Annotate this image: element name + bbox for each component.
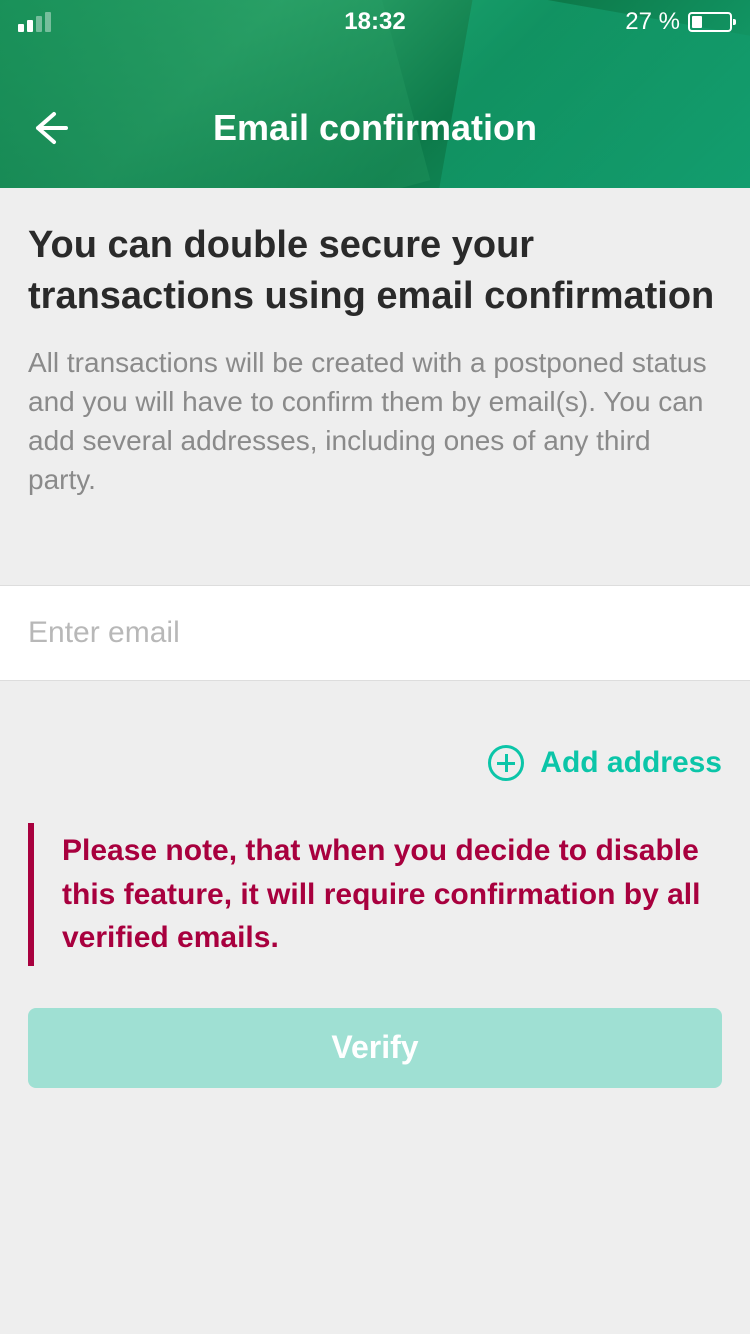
email-input[interactable] xyxy=(0,586,750,680)
content-area: You can double secure your transactions … xyxy=(0,188,750,499)
warning-text: Please note, that when you decide to dis… xyxy=(62,829,722,960)
email-input-wrapper xyxy=(0,585,750,681)
verify-button[interactable]: Verify xyxy=(28,1008,722,1088)
status-bar: 18:32 27 % xyxy=(0,0,750,44)
battery-icon xyxy=(688,12,732,32)
arrow-left-icon xyxy=(28,108,68,148)
page-title: Email confirmation xyxy=(213,107,537,149)
add-address-button[interactable]: Add address xyxy=(0,745,750,781)
status-time: 18:32 xyxy=(344,8,405,36)
plus-circle-icon xyxy=(488,745,524,781)
content-heading: You can double secure your transactions … xyxy=(28,220,722,323)
warning-box: Please note, that when you decide to dis… xyxy=(28,823,722,966)
signal-strength-icon xyxy=(18,12,51,32)
back-button[interactable] xyxy=(28,104,76,152)
status-right: 27 % xyxy=(625,8,732,36)
battery-percent-label: 27 % xyxy=(625,8,680,36)
content-description: All transactions will be created with a … xyxy=(28,343,722,500)
add-address-label: Add address xyxy=(540,746,722,780)
